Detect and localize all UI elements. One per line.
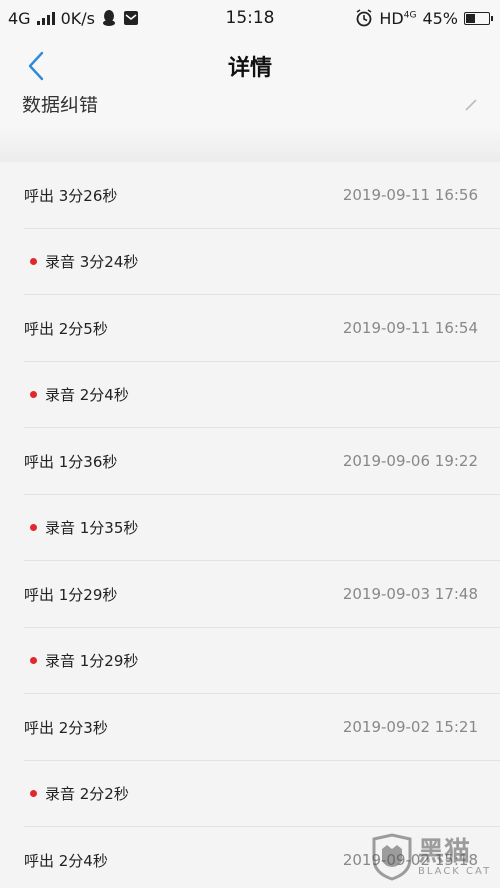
nav-bar: 详情: [0, 36, 500, 96]
back-button[interactable]: [18, 48, 54, 84]
call-row[interactable]: 呼出 1分36秒 2019-09-06 19:22: [0, 428, 500, 495]
recording-dot-icon: [30, 391, 37, 399]
recording-label: 录音 2分4秒: [45, 386, 129, 405]
recording-label: 录音 1分29秒: [45, 652, 139, 671]
status-bar: 4G 0K/s 15:18 HD4G 45%: [0, 0, 500, 36]
recording-label: 录音 3分24秒: [45, 253, 139, 272]
recording-dot-icon: [30, 657, 37, 665]
call-time: 2019-09-11 16:56: [342, 186, 478, 205]
call-list: 呼出 3分26秒 2019-09-11 16:56 录音 3分24秒呼出 2分5秒 2…: [0, 162, 500, 888]
qq-icon: [102, 10, 115, 26]
call-row[interactable]: 呼出 2分3秒 2019-09-02 15:21: [0, 694, 500, 761]
call-label: 呼出 2分5秒: [24, 319, 108, 338]
status-left: 4G 0K/s: [8, 9, 139, 28]
hd-label: HD: [379, 8, 404, 28]
battery-fill: [466, 13, 476, 23]
call-time: 2019-09-11 16:54: [342, 319, 478, 338]
edit-icon: [465, 99, 477, 111]
recording-row[interactable]: 录音 2分4秒: [0, 362, 500, 429]
data-correction-row[interactable]: 数据纠错: [0, 96, 500, 126]
page-title: 详情: [227, 56, 272, 81]
call-label: 呼出 3分26秒: [24, 186, 118, 205]
recording-dot-icon: [30, 258, 37, 266]
data-correction-label: 数据纠错: [22, 96, 99, 116]
recording-dot-icon: [30, 524, 37, 532]
battery-percent: 45%: [422, 8, 458, 28]
watermark-en: BLACK CAT: [418, 865, 492, 877]
signal-icon: [36, 11, 55, 25]
net-small-label: 4G: [403, 10, 417, 21]
call-time: 2019-09-06 19:22: [342, 452, 478, 471]
recording-row[interactable]: 录音 1分29秒: [0, 628, 500, 695]
watermark-text: 黑猫 BLACK CAT: [418, 838, 491, 877]
call-time: 2019-09-03 17:48: [342, 585, 478, 604]
recording-row[interactable]: 录音 1分35秒: [0, 495, 500, 562]
mail-icon: [123, 11, 138, 25]
status-right: HD4G 45%: [355, 8, 493, 28]
hd-indicator: HD4G: [379, 9, 416, 28]
section-divider: [0, 126, 500, 162]
call-row[interactable]: 呼出 3分26秒 2019-09-11 16:56: [0, 162, 500, 229]
call-label: 呼出 2分3秒: [24, 718, 108, 737]
call-time: 2019-09-02 15:21: [342, 718, 478, 737]
recording-row[interactable]: 录音 3分24秒: [0, 229, 500, 296]
recording-label: 录音 1分35秒: [45, 519, 139, 538]
network-speed: 0K/s: [60, 8, 95, 28]
alarm-icon: [356, 9, 372, 27]
network-type: 4G: [8, 8, 31, 28]
call-label: 呼出 1分36秒: [24, 452, 118, 471]
watermark: 黑猫 BLACK CAT: [370, 830, 498, 884]
black-cat-logo: [372, 833, 412, 881]
recording-dot-icon: [30, 790, 37, 798]
recording-row[interactable]: 录音 2分2秒: [0, 761, 500, 828]
recording-label: 录音 2分2秒: [45, 785, 129, 804]
chevron-left-icon: [28, 51, 44, 81]
call-label: 呼出 1分29秒: [24, 585, 118, 604]
call-label: 呼出 2分4秒: [24, 851, 108, 870]
call-row[interactable]: 呼出 2分5秒 2019-09-11 16:54: [0, 295, 500, 362]
battery-icon: [464, 11, 493, 25]
call-row[interactable]: 呼出 1分29秒 2019-09-03 17:48: [0, 561, 500, 628]
watermark-cn: 黑猫: [418, 836, 471, 867]
